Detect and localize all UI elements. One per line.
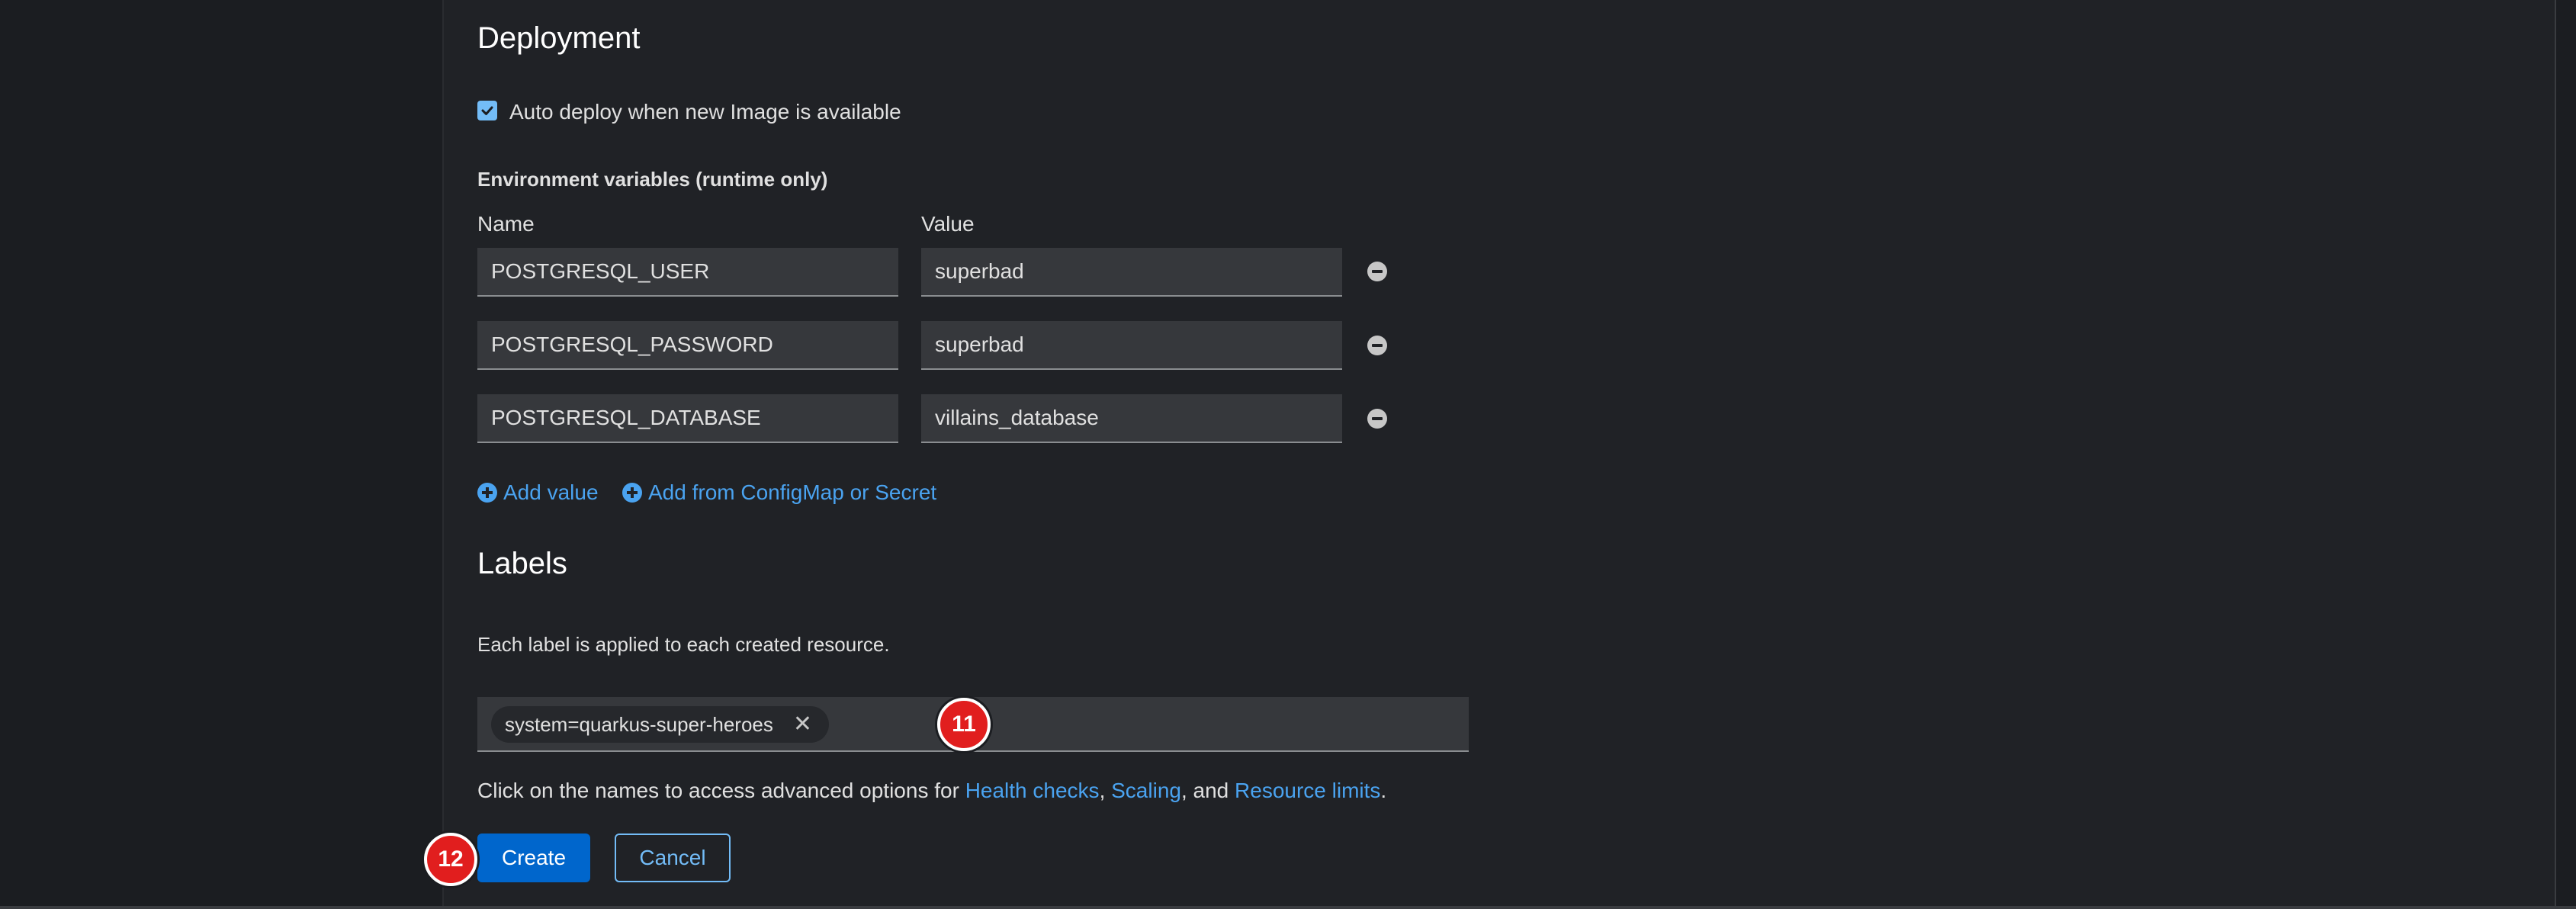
env-name-input[interactable] [477, 394, 898, 443]
check-icon [481, 106, 493, 115]
bottom-border [0, 906, 2576, 909]
env-name-header: Name [477, 212, 535, 236]
env-value-input[interactable] [921, 321, 1342, 370]
auto-deploy-checkbox[interactable] [477, 101, 497, 120]
env-value-input[interactable] [921, 394, 1342, 443]
labels-heading: Labels [477, 547, 567, 580]
env-name-input[interactable] [477, 321, 898, 370]
remove-env-row-button[interactable] [1367, 336, 1387, 355]
env-name-input[interactable] [477, 248, 898, 297]
scrollbar-track[interactable] [2555, 0, 2576, 909]
resource-limits-link[interactable]: Resource limits [1235, 779, 1380, 802]
minus-circle-icon [1372, 344, 1383, 347]
label-chip: system=quarkus-super-heroes ✕ [491, 706, 830, 743]
close-icon[interactable]: ✕ [793, 713, 812, 736]
minus-circle-icon [1372, 270, 1383, 273]
create-button[interactable]: Create [477, 834, 590, 882]
cancel-button[interactable]: Cancel [615, 834, 731, 882]
deployment-heading: Deployment [477, 21, 641, 55]
env-value-input[interactable] [921, 248, 1342, 297]
step-badge-11: 11 [937, 698, 991, 751]
plus-circle-icon [622, 483, 642, 503]
label-chip-text: system=quarkus-super-heroes [505, 712, 773, 736]
add-value-link[interactable]: Add value [477, 480, 599, 505]
advanced-options-text: Click on the names to access advanced op… [477, 779, 1387, 802]
remove-env-row-button[interactable] [1367, 262, 1387, 281]
env-vars-section-label: Environment variables (runtime only) [477, 168, 828, 191]
auto-deploy-label: Auto deploy when new Image is available [509, 100, 901, 124]
plus-circle-icon [477, 483, 497, 503]
add-from-configmap-link[interactable]: Add from ConfigMap or Secret [622, 480, 936, 505]
env-value-header: Value [921, 212, 975, 236]
minus-circle-icon [1372, 417, 1383, 420]
scaling-link[interactable]: Scaling [1111, 779, 1181, 802]
step-badge-12: 12 [424, 833, 477, 886]
remove-env-row-button[interactable] [1367, 409, 1387, 429]
health-checks-link[interactable]: Health checks [965, 779, 1100, 802]
labels-help-text: Each label is applied to each created re… [477, 633, 890, 656]
form-panel [442, 0, 2556, 909]
left-sidebar [0, 0, 442, 909]
